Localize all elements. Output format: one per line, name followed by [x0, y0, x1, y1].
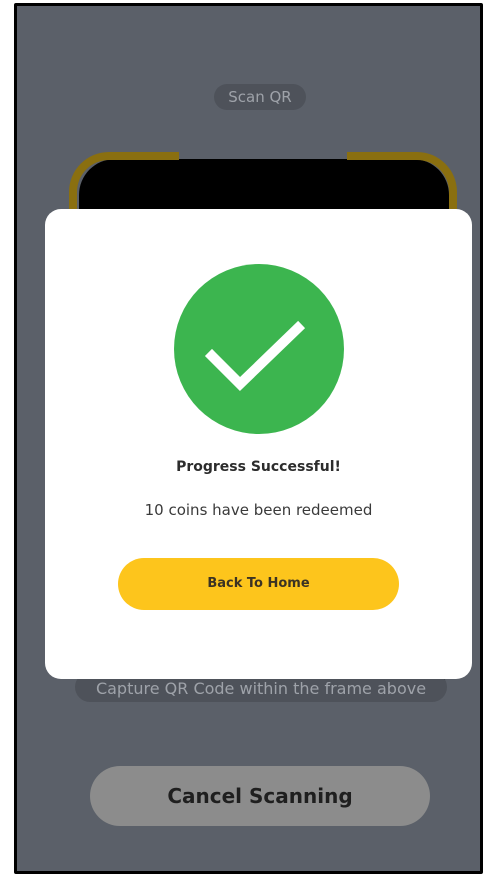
- dialog-title: Progress Successful!: [176, 459, 341, 475]
- check-circle-icon: [174, 264, 344, 434]
- cancel-scanning-button[interactable]: Cancel Scanning: [90, 766, 430, 826]
- qr-scanner-screen: Scan QR Capture QR Code within the frame…: [17, 6, 480, 871]
- back-to-home-button[interactable]: Back To Home: [118, 558, 399, 610]
- success-dialog: Progress Successful! 10 coins have been …: [45, 209, 472, 679]
- scan-qr-title: Scan QR: [214, 84, 306, 110]
- dialog-message: 10 coins have been redeemed: [144, 501, 373, 519]
- device-frame: Scan QR Capture QR Code within the frame…: [14, 3, 483, 874]
